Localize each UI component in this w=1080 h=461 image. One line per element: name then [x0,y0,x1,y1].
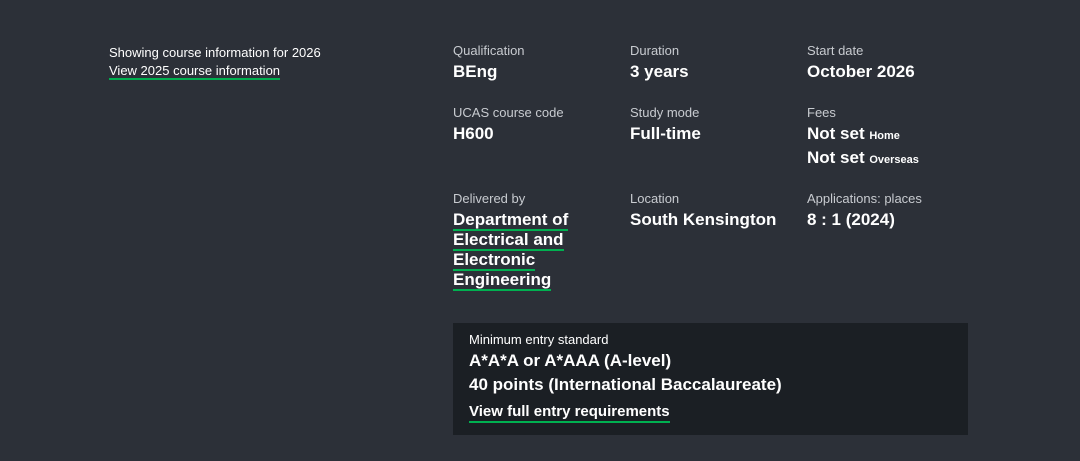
applications-label: Applications: places [807,191,922,206]
department-link-line-3: Electronic [453,250,536,271]
view-other-year-link[interactable]: View 2025 course information [109,63,281,80]
ucas-code-value: H600 [453,124,494,143]
fact-location: Location South Kensington [630,191,776,230]
fact-delivered-by: Delivered by Department of Electrical an… [453,191,593,291]
fact-ucas-code: UCAS course code H600 [453,105,564,144]
fees-overseas-value: Not set [807,148,865,167]
entry-standard-label: Minimum entry standard [469,332,609,347]
fees-overseas: Not set Overseas [807,148,919,170]
fact-start-date: Start date October 2026 [807,43,915,82]
entry-ib: 40 points (International Baccalaureate) [469,375,782,394]
qualification-value: BEng [453,62,498,81]
fact-fees: Fees Not set Home Not set Overseas [807,105,919,170]
entry-a-level: A*A*A or A*AAA (A-level) [469,351,672,370]
course-overview: Showing course information for 2026 View… [0,0,1080,461]
fees-home-suffix: Home [869,130,900,142]
qualification-label: Qualification [453,43,525,58]
applications-value: 8 : 1 (2024) [807,210,895,229]
start-date-label: Start date [807,43,864,58]
department-link[interactable]: Department of Electrical and Electronic … [453,210,593,291]
duration-label: Duration [630,43,680,58]
entry-standard-box: Minimum entry standard A*A*A or A*AAA (A… [453,323,968,435]
department-link-line-2: Electrical and [453,230,564,251]
duration-value: 3 years [630,62,689,81]
fact-duration: Duration 3 years [630,43,689,82]
entry-requirements-link[interactable]: View full entry requirements [469,403,670,423]
ucas-code-label: UCAS course code [453,105,564,120]
fees-overseas-suffix: Overseas [869,154,919,166]
fees-label: Fees [807,105,836,120]
location-value: South Kensington [630,210,777,229]
start-date-value: October 2026 [807,62,915,81]
fact-applications: Applications: places 8 : 1 (2024) [807,191,922,230]
fact-qualification: Qualification BEng [453,43,525,82]
delivered-by-label: Delivered by [453,191,526,206]
fees-home: Not set Home [807,124,919,146]
fact-study-mode: Study mode Full-time [630,105,701,144]
study-mode-value: Full-time [630,124,701,143]
department-link-line-4: Engineering [453,270,552,291]
department-link-line-1: Department of [453,210,569,231]
location-label: Location [630,191,680,206]
fees-home-value: Not set [807,124,865,143]
study-mode-label: Study mode [630,105,700,120]
year-info: Showing course information for 2026 View… [109,44,321,80]
showing-year-text: Showing course information for 2026 [109,45,321,60]
